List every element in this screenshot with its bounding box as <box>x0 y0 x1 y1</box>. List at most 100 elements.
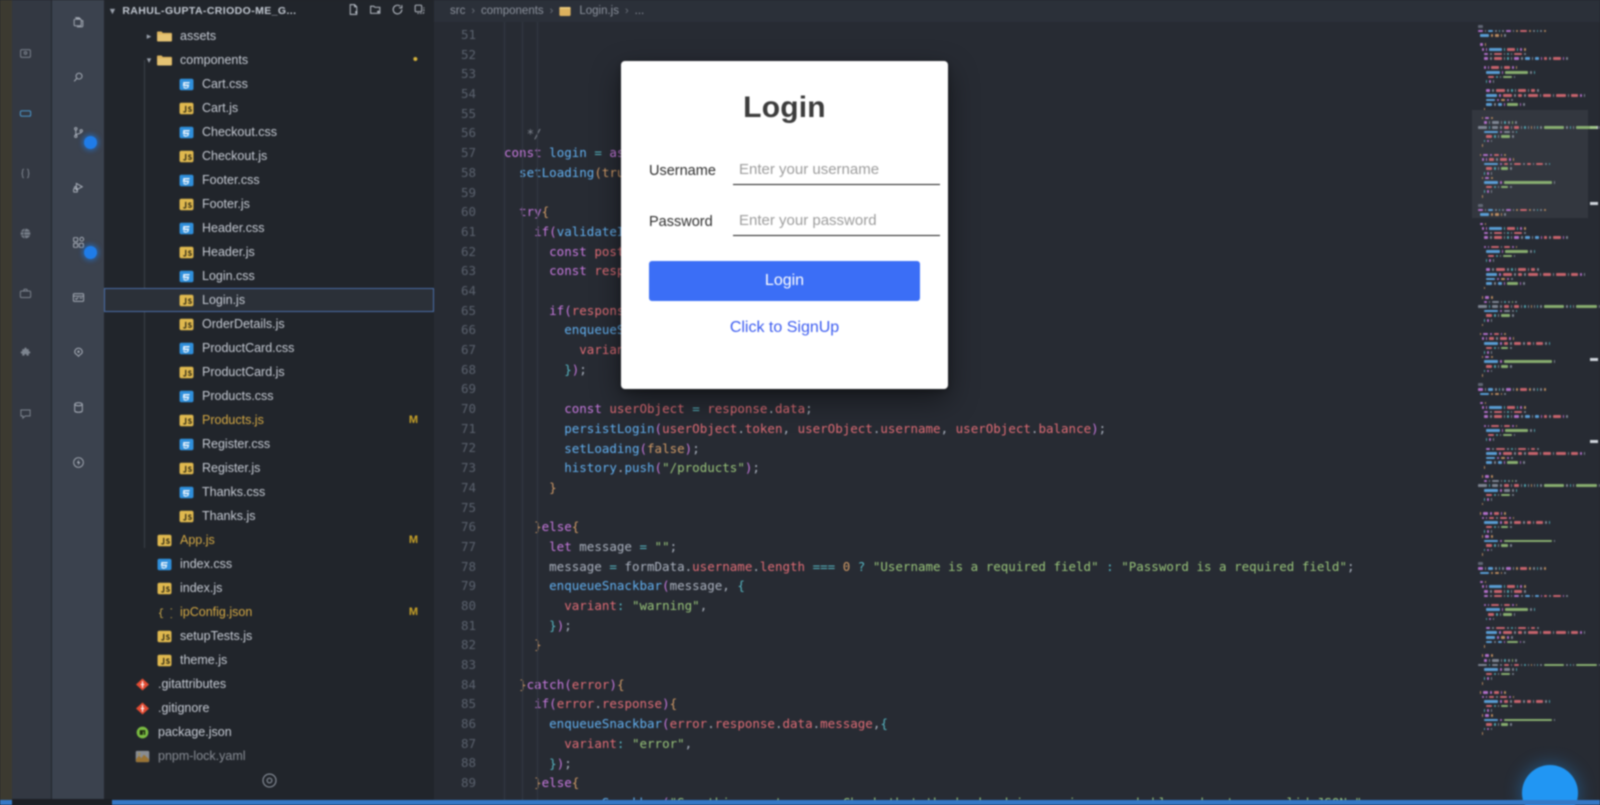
code-line[interactable]: history.push("/products"); <box>504 458 1472 478</box>
code-line[interactable] <box>504 655 1472 675</box>
refresh-icon[interactable] <box>391 3 404 19</box>
signup-link[interactable]: Click to SignUp <box>649 319 920 337</box>
code-line[interactable]: enqueueSnackbar(message, { <box>504 576 1472 596</box>
tree-item-index-css[interactable]: index.css <box>104 552 434 576</box>
tree-item-orderdetails-js[interactable]: OrderDetails.js <box>104 312 434 336</box>
breadcrumb-src[interactable]: src <box>450 5 465 17</box>
code-line[interactable]: }else{ <box>504 773 1472 793</box>
comment-icon[interactable] <box>9 396 43 430</box>
tree-item-register-js[interactable]: Register.js <box>104 456 434 480</box>
code-line[interactable]: }catch(error){ <box>504 675 1472 695</box>
tree-item-header-css[interactable]: Header.css <box>104 216 434 240</box>
tree-item-header-js[interactable]: Header.js <box>104 240 434 264</box>
tree-item-checkout-js[interactable]: Checkout.js <box>104 144 434 168</box>
breadcrumb[interactable]: src › components › Login.js › ... <box>434 0 1600 22</box>
line-number: 68 <box>460 361 476 377</box>
tree-item-setuptests-js[interactable]: setupTests.js <box>104 624 434 648</box>
code-line[interactable]: if(error.response){ <box>504 694 1472 714</box>
js-file-icon <box>178 293 195 308</box>
tree-item-products-js[interactable]: Products.js M <box>104 408 434 432</box>
password-input[interactable] <box>733 210 940 236</box>
tree-item-label: .gitignore <box>158 701 210 715</box>
search-icon[interactable] <box>62 61 94 93</box>
code-line[interactable]: let message = ""; <box>504 537 1472 557</box>
tree-item-productcard-css[interactable]: ProductCard.css <box>104 336 434 360</box>
tree-item-assets[interactable]: ▸ assets <box>104 24 434 48</box>
tree-item-cart-css[interactable]: Cart.css <box>104 72 434 96</box>
code-line[interactable]: }); <box>504 616 1472 636</box>
explorer-header[interactable]: ▼ RAHUL-GUPTA-CRIODO-ME_G... <box>104 0 434 22</box>
code-braces-icon[interactable] <box>9 156 43 190</box>
tree-item-ipconfig-json[interactable]: { } ipConfig.json M <box>104 600 434 624</box>
file-tree[interactable]: ▸ assets ▾ components • Cart.css Cart.js Checko… <box>104 22 434 771</box>
code-line[interactable]: variant: "warning", <box>504 596 1472 616</box>
extensions-icon[interactable] <box>62 226 113 259</box>
tree-item-footer-css[interactable]: Footer.css <box>104 168 434 192</box>
tree-item-cart-js[interactable]: Cart.js <box>104 96 434 120</box>
chevron-right-icon[interactable]: ▸ <box>142 31 156 42</box>
explorer-icon[interactable] <box>62 6 94 38</box>
tree-item-setup-sh[interactable]: setup.sh <box>104 768 434 771</box>
code-line[interactable]: setLoading(false); <box>504 439 1472 459</box>
code-line[interactable]: message = formData.username.length === 0… <box>504 557 1472 577</box>
code-line[interactable]: enqueueSnackbar(error.response.data.mess… <box>504 714 1472 734</box>
username-input[interactable] <box>733 159 940 185</box>
sidebar-horizontal-scrollbar[interactable] <box>12 799 112 805</box>
tree-item-package-json[interactable]: package.json <box>104 720 434 744</box>
tree-item-login-css[interactable]: Login.css <box>104 264 434 288</box>
editor-scrollbar[interactable] <box>1588 22 1600 805</box>
code-line[interactable]: persistLogin(userObject.token, userObjec… <box>504 419 1472 439</box>
tree-item-products-css[interactable]: Products.css <box>104 384 434 408</box>
run-debug-icon[interactable] <box>62 171 94 203</box>
status-bar[interactable] <box>0 800 1600 805</box>
thunder-client-icon[interactable] <box>62 446 94 478</box>
tree-item-label: Footer.js <box>202 197 250 211</box>
tree-item-app-js[interactable]: App.js M <box>104 528 434 552</box>
code-line[interactable]: }); <box>504 754 1472 774</box>
new-folder-icon[interactable] <box>369 3 382 19</box>
tree-item-checkout-css[interactable]: Checkout.css <box>104 120 434 144</box>
chevron-down-icon[interactable]: ▾ <box>142 55 156 66</box>
code-line[interactable]: const userObject = response.data; <box>504 399 1472 419</box>
new-file-icon[interactable] <box>347 3 360 19</box>
collapse-all-icon[interactable] <box>413 3 426 19</box>
tree-item--gitattributes[interactable]: .gitattributes <box>104 672 434 696</box>
code-area[interactable]: 51 52 53 54 55 56 57 58 59 60 61 62 63 64 65 66 67 68 69 70… <box>434 22 1600 805</box>
accounts-icon[interactable] <box>9 36 43 70</box>
breadcrumb-file[interactable]: Login.js <box>579 5 619 17</box>
remote-explorer-icon[interactable] <box>0 96 43 130</box>
briefcase-icon[interactable] <box>9 276 43 310</box>
login-submit-button[interactable]: Login <box>649 261 920 301</box>
breadcrumb-symbol[interactable]: ... <box>635 5 645 17</box>
line-number: 77 <box>460 538 476 554</box>
puzzle-icon[interactable] <box>9 336 43 370</box>
database-icon[interactable] <box>62 391 94 423</box>
tree-item-index-js[interactable]: index.js <box>104 576 434 600</box>
tree-item-pnpm-lock-yaml[interactable]: pnpm-lock.yaml <box>104 744 434 768</box>
code-line[interactable] <box>504 498 1472 518</box>
tree-item-productcard-js[interactable]: ProductCard.js <box>104 360 434 384</box>
source-control-icon[interactable] <box>62 116 97 149</box>
tree-item-login-js[interactable]: Login.js <box>104 288 434 312</box>
testing-icon[interactable] <box>62 281 94 313</box>
minimap[interactable] <box>1472 22 1600 805</box>
tree-item-theme-js[interactable]: theme.js <box>104 648 434 672</box>
breadcrumb-components[interactable]: components <box>481 5 544 17</box>
tree-item-thanks-js[interactable]: Thanks.js <box>104 504 434 528</box>
code-line[interactable]: variant: "error", <box>504 734 1472 754</box>
tree-item-thanks-css[interactable]: Thanks.css <box>104 480 434 504</box>
tree-item-register-css[interactable]: Register.css <box>104 432 434 456</box>
tree-item-components[interactable]: ▾ components • <box>104 48 434 72</box>
tree-item--gitignore[interactable]: .gitignore <box>104 696 434 720</box>
chevron-down-icon[interactable]: ▼ <box>108 6 117 16</box>
code-line[interactable]: } <box>504 635 1472 655</box>
code-line[interactable]: } <box>504 478 1472 498</box>
remote-icon[interactable] <box>62 336 94 368</box>
line-number: 78 <box>460 558 476 574</box>
css-file-icon <box>178 221 195 236</box>
tree-item-footer-js[interactable]: Footer.js <box>104 192 434 216</box>
globe-icon[interactable] <box>9 216 43 250</box>
css-file-icon <box>178 125 195 140</box>
manage-gear-icon[interactable] <box>260 771 279 795</box>
code-line[interactable]: }else{ <box>504 517 1472 537</box>
